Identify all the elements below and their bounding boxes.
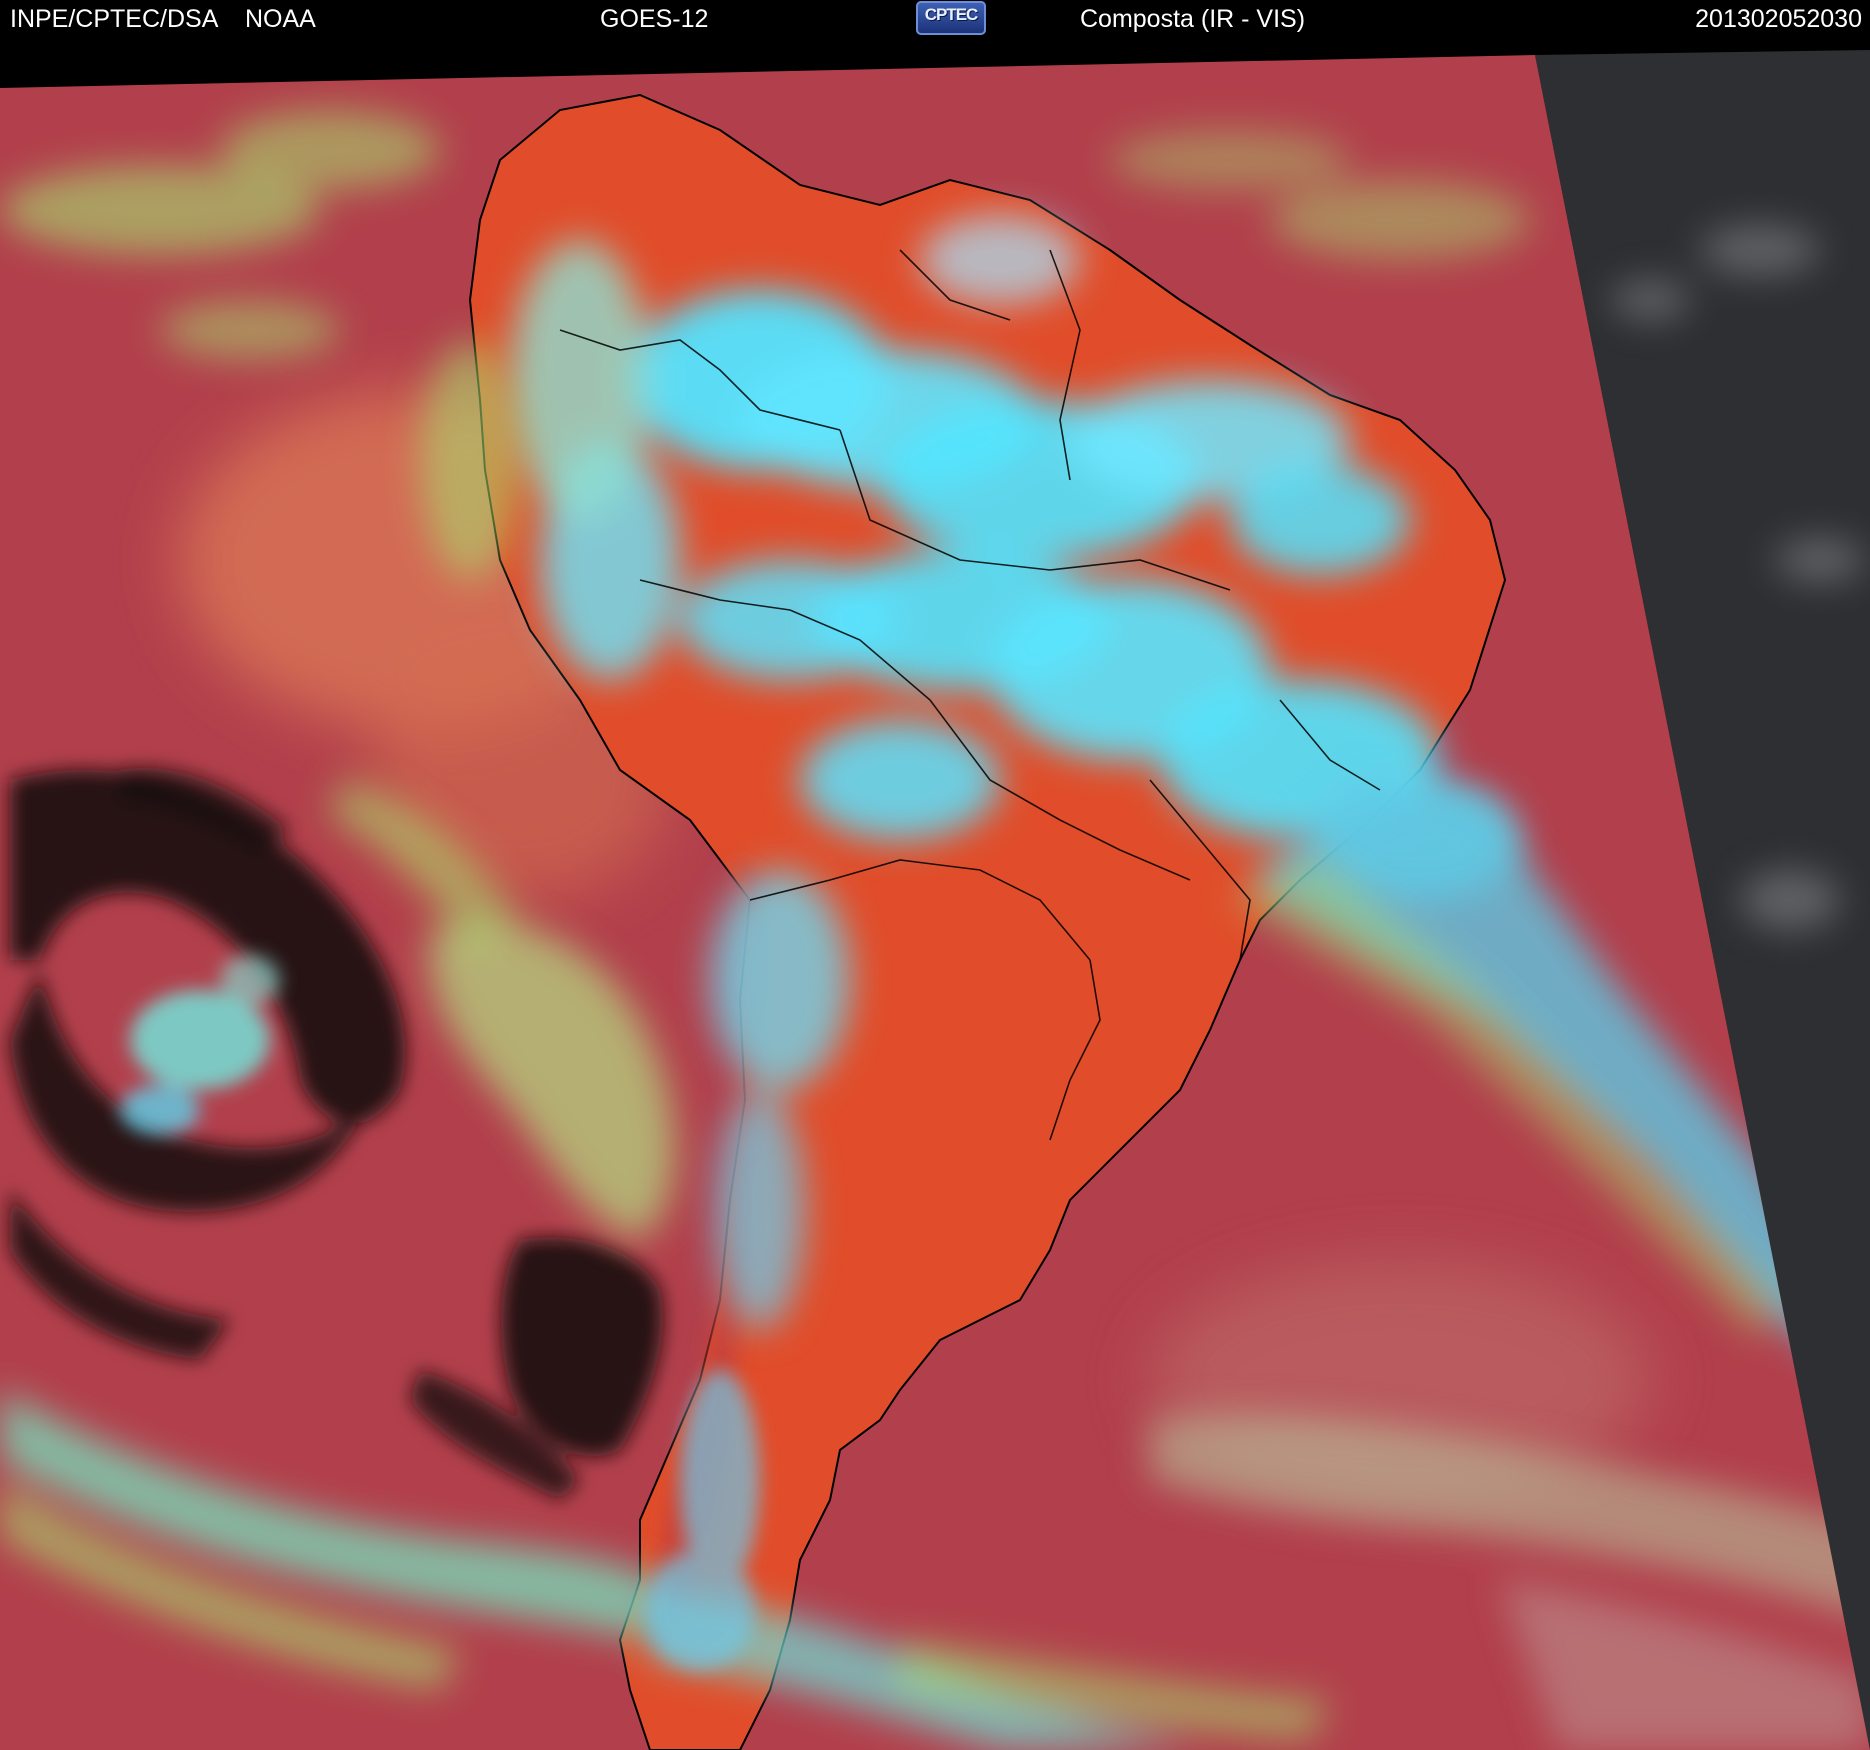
satellite-image-viewer: INPE/CPTEC/DSA NOAA GOES-12 CPTEC Compos… [0,0,1870,1750]
product-label: Composta (IR - VIS) [1080,5,1306,33]
timestamp-label: 201302052030 [1695,5,1862,33]
cptec-logo: CPTEC [916,1,986,35]
header-bar: INPE/CPTEC/DSA NOAA GOES-12 CPTEC Compos… [0,0,1870,38]
organization-label: INPE/CPTEC/DSA [10,5,219,33]
satellite-imagery [0,50,1870,1750]
cptec-logo-text: CPTEC [924,5,979,24]
agency-label: NOAA [245,5,316,33]
satellite-label: GOES-12 [600,5,709,33]
